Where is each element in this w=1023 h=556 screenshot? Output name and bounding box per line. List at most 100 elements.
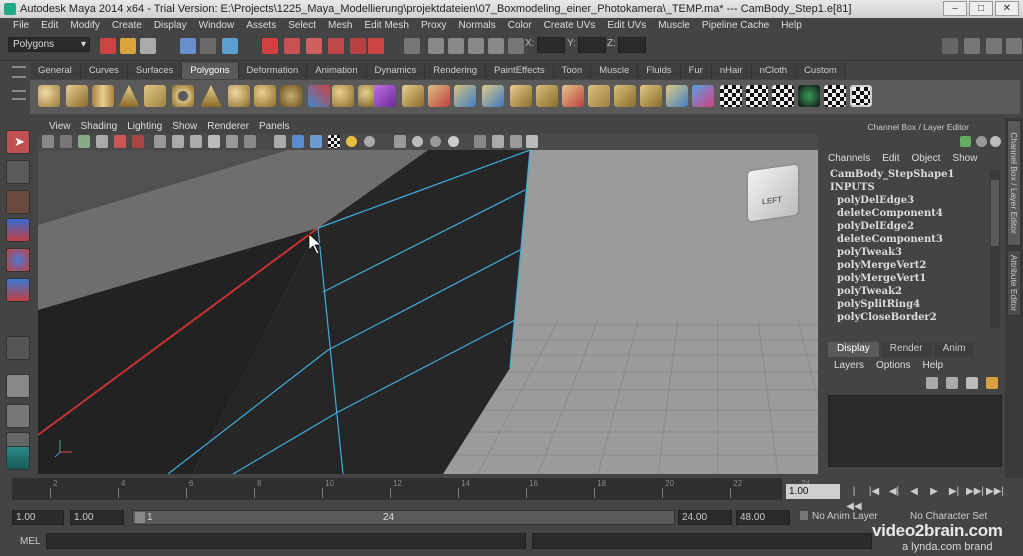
menu-normals[interactable]: Normals [453,20,502,31]
select-hierarchy-icon[interactable] [180,38,196,54]
reduce-icon[interactable] [614,85,636,107]
tab-fluids[interactable]: Fluids [638,63,681,79]
tab-channel-box-layer-editor[interactable]: Channel Box / Layer Editor [1007,120,1021,246]
step-back-frame-button[interactable]: ◀| [886,484,902,499]
input-node[interactable]: polySplitRing4 [826,298,1002,311]
panel-menu-panels[interactable]: Panels [254,121,295,132]
scale-tool-icon[interactable] [6,278,30,302]
go-to-start-button[interactable]: |◀◀ [846,484,862,512]
save-scene-icon[interactable] [140,38,156,54]
attribute-editor-toggle-icon[interactable] [964,38,980,54]
tab-curves[interactable]: Curves [80,63,128,79]
x-ray-joints-icon[interactable] [510,135,522,148]
layer-list[interactable] [828,395,1002,467]
menu-muscle[interactable]: Muscle [652,20,696,31]
render-settings-icon[interactable] [468,38,484,54]
menu-file[interactable]: File [7,20,35,31]
bevel-icon[interactable] [562,85,584,107]
two-d-pan-zoom-icon[interactable] [114,135,126,148]
tab-fur[interactable]: Fur [680,63,712,79]
shelf-menu-icon[interactable] [12,66,26,78]
poly-cone-icon[interactable] [118,85,140,107]
step-forward-frame-button[interactable]: ▶| [946,484,962,499]
input-node[interactable]: deleteComponent4 [826,207,1002,220]
tab-toon[interactable]: Toon [553,63,592,79]
panel-menu-renderer[interactable]: Renderer [202,121,254,132]
shelf-editor-icon[interactable] [12,90,26,100]
spherical-mapping-icon[interactable] [772,85,794,107]
wireframe-icon[interactable] [274,135,286,148]
layer-mode-icon[interactable] [990,136,1001,147]
play-forwards-button[interactable]: ▶ [926,484,942,499]
snap-point-icon[interactable] [306,38,322,54]
select-object-icon[interactable] [200,38,216,54]
cylindrical-mapping-icon[interactable] [746,85,768,107]
history-icon[interactable] [404,38,420,54]
menuset-dropdown[interactable]: Polygons ▾ [8,37,90,52]
append-polygon-icon[interactable] [454,85,476,107]
tab-custom[interactable]: Custom [796,63,846,79]
input-node[interactable]: polyDelEdge2 [826,220,1002,233]
combine-icon[interactable] [228,85,250,107]
menu-window[interactable]: Window [193,20,241,31]
menu-assets[interactable]: Assets [240,20,282,31]
snap-grid-icon[interactable] [262,38,278,54]
move-tool-icon[interactable] [6,218,30,242]
camera-select-icon[interactable] [42,135,54,148]
bridge-icon[interactable] [428,85,450,107]
show-manipulator-icon[interactable] [6,336,30,360]
tab-muscle[interactable]: Muscle [591,63,639,79]
menu-proxy[interactable]: Proxy [415,20,453,31]
x-input[interactable] [537,37,565,53]
new-scene-icon[interactable] [100,38,116,54]
menu-edit-uvs[interactable]: Edit UVs [601,20,652,31]
magnet-icon[interactable] [368,38,384,54]
grid-toggle-icon[interactable] [154,135,166,148]
shadows-icon[interactable] [364,136,375,147]
tab-anim-layers[interactable]: Anim [933,342,975,357]
input-mode-icon[interactable] [508,38,524,54]
snap-plane-icon[interactable] [328,38,344,54]
menu-create-uvs[interactable]: Create UVs [538,20,602,31]
planar-mapping-icon[interactable] [720,85,742,107]
channel-box-scrollbar[interactable] [990,170,1000,328]
menu-help[interactable]: Help [775,20,808,31]
automatic-mapping-icon[interactable] [798,85,820,107]
step-back-key-button[interactable]: |◀ [866,484,882,499]
perspective-viewport[interactable]: LEFT [38,150,818,474]
triangulate-icon[interactable] [640,85,662,107]
resolution-gate-icon[interactable] [190,135,202,148]
range-slider-handle[interactable] [135,512,145,523]
attribute-mode-icon[interactable] [976,136,987,147]
insert-edge-loop-icon[interactable] [510,85,532,107]
channel-box-mode-icon[interactable] [960,136,971,147]
maximize-button[interactable]: □ [969,1,993,16]
tab-nhair[interactable]: nHair [711,63,752,79]
select-component-icon[interactable] [222,38,238,54]
viewcube[interactable]: LEFT [748,164,798,222]
move-layer-down-icon[interactable] [946,377,958,389]
booleans-union-icon[interactable] [332,85,354,107]
cb-menu-show[interactable]: Show [946,153,983,164]
rotate-tool-icon[interactable] [6,248,30,272]
ipr-render-icon[interactable] [448,38,464,54]
grease-pencil-icon[interactable] [132,135,144,148]
mirror-icon[interactable] [308,85,330,107]
lasso-tool-icon[interactable] [6,160,30,184]
input-node[interactable]: polyMergeVert1 [826,272,1002,285]
wireframe-on-shaded-icon[interactable] [310,135,322,148]
separate-icon[interactable] [254,85,276,107]
poly-sphere-icon[interactable] [38,85,60,107]
move-layer-up-icon[interactable] [926,377,938,389]
scrollbar-thumb[interactable] [991,180,999,246]
tab-painteffects[interactable]: PaintEffects [486,63,554,79]
playback-start-field[interactable]: 1.00 [70,510,124,525]
checker-texture-icon[interactable] [850,85,872,107]
poly-cube-icon[interactable] [66,85,88,107]
cb-menu-edit[interactable]: Edit [876,153,905,164]
range-slider[interactable]: 1 24 [132,510,675,525]
new-layer-selected-icon[interactable] [986,377,998,389]
poly-pyramid-icon[interactable] [200,85,222,107]
cb-menu-channels[interactable]: Channels [822,153,876,164]
single-perspective-layout-icon[interactable] [6,374,30,398]
